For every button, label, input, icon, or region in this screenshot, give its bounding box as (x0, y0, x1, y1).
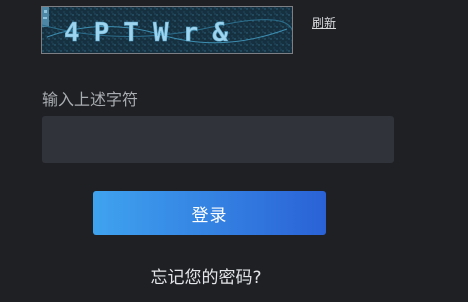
captcha-input[interactable] (42, 116, 394, 163)
login-button[interactable]: 登录 (93, 191, 326, 235)
captcha-text: 4PTWr& (64, 18, 242, 48)
captcha-input-label: 输入上述字符 (42, 90, 139, 109)
captcha-graphic: 4PTWr& (42, 7, 292, 53)
forgot-password-link[interactable]: 忘记您的密码? (0, 263, 412, 288)
captcha-refresh-link[interactable]: 刷新 (312, 14, 336, 31)
captcha-image: 4PTWr& (41, 6, 293, 54)
